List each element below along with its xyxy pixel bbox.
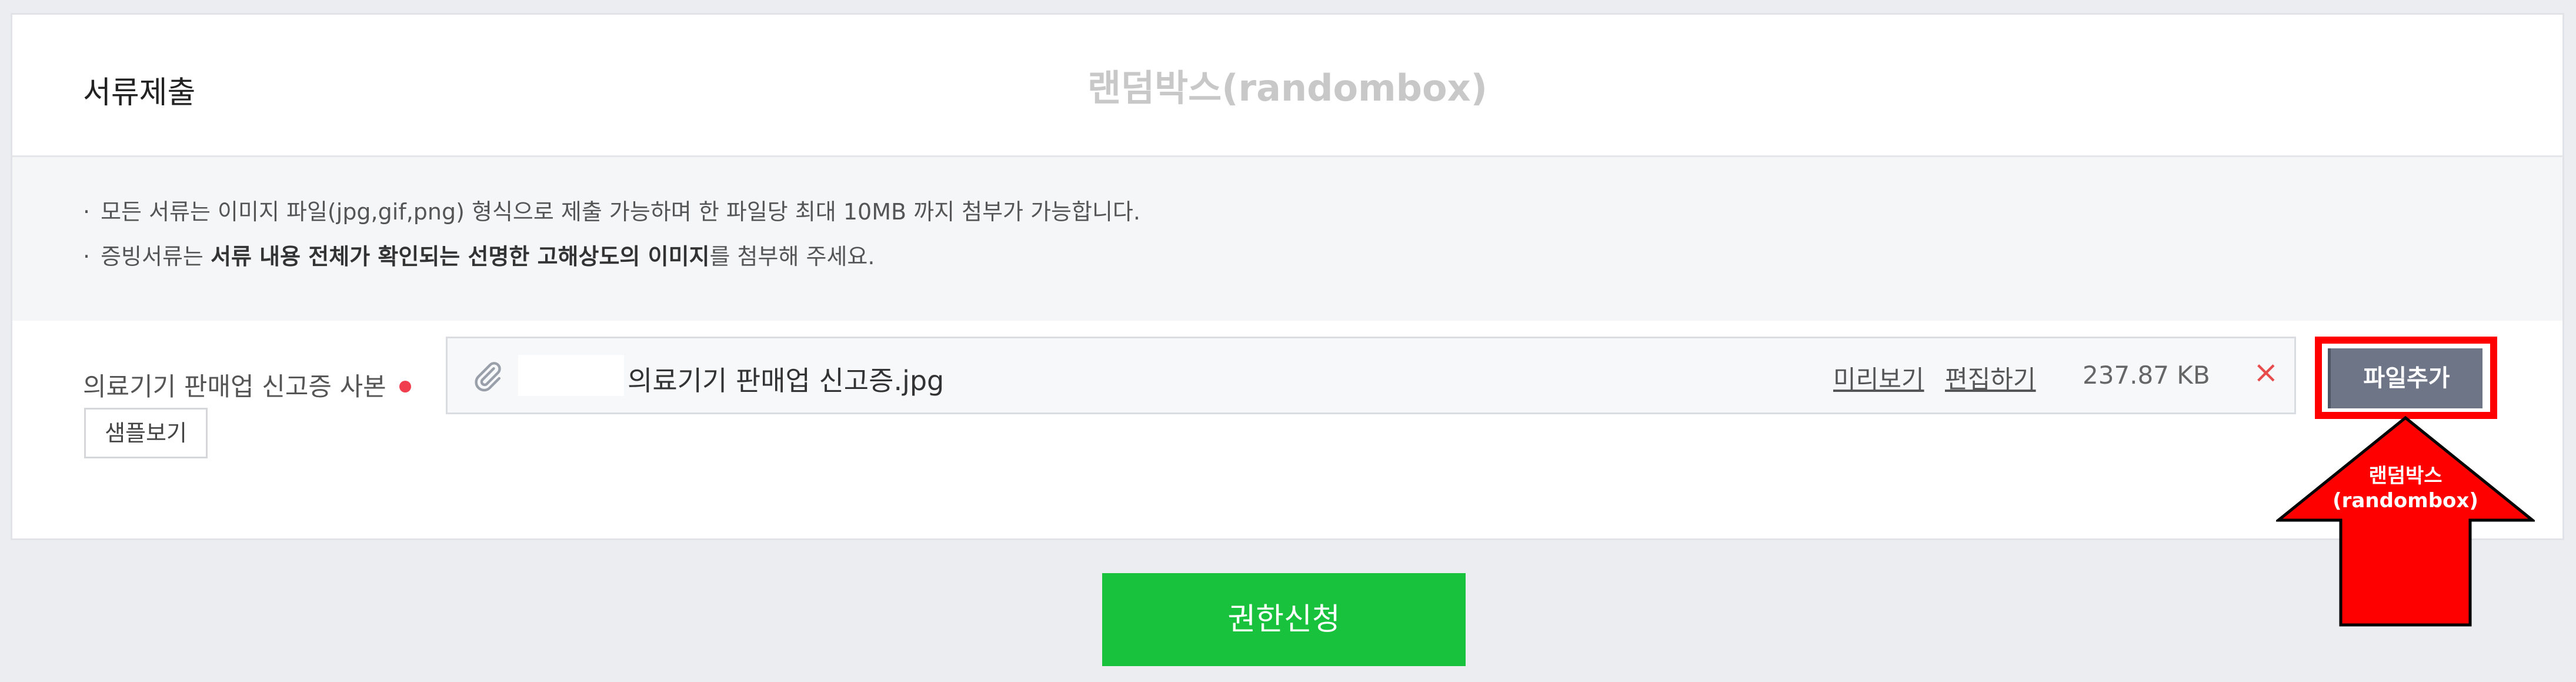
field-label-text: 의료기기 판매업 신고증 사본 [83,372,386,402]
attached-file-row: 의료기기 판매업 신고증.jpg 미리보기 편집하기 237.87 KB × [446,337,2296,414]
close-icon[interactable]: × [2253,355,2279,390]
notice-text-1: 모든 서류는 이미지 파일(jpg,gif,png) 형식으로 제출 가능하며 … [101,199,1140,225]
notice-text-2-prefix: 증빙서류는 [101,244,211,270]
annotation-label-line2: (randombox) [2333,489,2478,513]
card-header: 서류제출 랜덤박스(randombox) [12,15,2562,157]
sample-view-button[interactable]: 샘플보기 [84,408,208,458]
bullet: · [83,199,91,225]
bullet: · [83,244,91,270]
notice-panel: · 모든 서류는 이미지 파일(jpg,gif,png) 형식으로 제출 가능하며… [12,157,2562,321]
annotation-label-line1: 랜덤박스 [2368,464,2442,488]
notice-text-2-bold: 서류 내용 전체가 확인되는 선명한 고해상도의 이미지 [210,244,710,270]
annotation-arrow [2276,415,2535,627]
field-label: 의료기기 판매업 신고증 사본 [83,367,411,403]
annotation-label: 랜덤박스 (randombox) [2300,464,2511,513]
edit-link[interactable]: 편집하기 [1945,360,2036,395]
notice-line-1: · 모든 서류는 이미지 파일(jpg,gif,png) 형식으로 제출 가능하며… [83,194,1140,226]
file-name: 의료기기 판매업 신고증.jpg [628,365,945,397]
paperclip-icon [475,362,501,392]
request-permission-button[interactable]: 권한신청 [1102,573,1466,666]
annotation-highlight-box [2315,337,2497,419]
masked-region [518,355,624,396]
watermark-text: 랜덤박스(randombox) [1087,66,1487,109]
file-size: 237.87 KB [2083,361,2210,390]
required-indicator [399,380,411,392]
notice-text-2-suffix: 를 첨부해 주세요. [709,244,875,270]
preview-link[interactable]: 미리보기 [1833,360,1924,395]
notice-line-2: · 증빙서류는 서류 내용 전체가 확인되는 선명한 고해상도의 이미지를 첨부해… [83,238,875,271]
document-submission-card: 서류제출 랜덤박스(randombox) · 모든 서류는 이미지 파일(jpg,… [11,13,2564,540]
